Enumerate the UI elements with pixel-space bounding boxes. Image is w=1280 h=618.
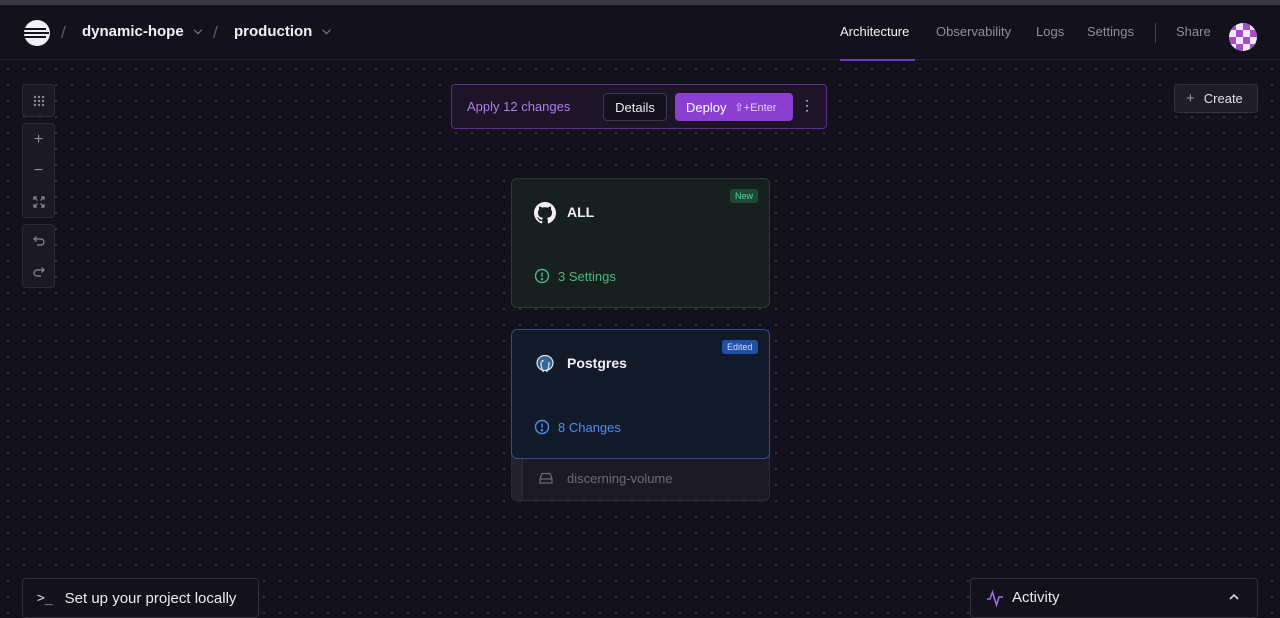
new-badge: New	[730, 189, 759, 203]
details-button[interactable]: Details	[603, 93, 667, 121]
activity-panel[interactable]: Activity	[970, 578, 1258, 618]
activity-icon	[987, 589, 1003, 607]
redo-icon[interactable]	[23, 256, 54, 287]
top-header: / dynamic-hope ⌵ / production ⌵ Architec…	[0, 5, 1280, 61]
settings-status: 3 Settings	[534, 268, 616, 284]
grid-icon[interactable]	[23, 85, 54, 116]
railway-logo-icon[interactable]	[22, 19, 52, 47]
avatar[interactable]	[1229, 23, 1257, 51]
breadcrumb-separator: /	[61, 23, 66, 42]
deploy-button[interactable]: Deploy ⇧+Enter	[675, 93, 793, 121]
chevron-down-icon: ⌵	[193, 25, 203, 37]
tab-logs[interactable]: Logs	[1036, 24, 1064, 39]
history-toolbox	[22, 224, 55, 288]
canvas-grid-toolbox	[22, 84, 55, 117]
create-label: Create	[1203, 91, 1243, 106]
setup-locally-label: Set up your project locally	[64, 589, 237, 607]
service-name: ALL	[567, 204, 595, 220]
zoom-toolbox: + −	[22, 123, 55, 218]
chevron-down-icon: ⌵	[322, 25, 331, 37]
chevron-up-icon[interactable]	[1227, 590, 1241, 604]
service-card-all[interactable]: ALL New 3 Settings	[511, 178, 770, 308]
plus-icon: +	[1186, 90, 1195, 107]
environment-selector[interactable]: production ⌵	[234, 23, 331, 40]
apply-changes-text[interactable]: Apply 12 changes	[467, 99, 570, 114]
tab-settings[interactable]: Settings	[1087, 24, 1134, 39]
fit-view-icon[interactable]	[23, 186, 54, 217]
service-card-postgres[interactable]: Postgres Edited 8 Changes	[511, 329, 770, 459]
deploy-label: Deploy	[686, 99, 727, 115]
environment-name: production	[234, 23, 313, 40]
staged-changes-bar: Apply 12 changes Details Deploy ⇧+Enter …	[451, 84, 827, 129]
service-name: Postgres	[567, 355, 627, 371]
volume-name: discerning-volume	[567, 471, 673, 486]
volume-attachment[interactable]: discerning-volume	[511, 455, 770, 501]
project-name: dynamic-hope	[82, 23, 184, 40]
zoom-in-icon[interactable]: +	[23, 124, 54, 155]
activity-label: Activity	[1012, 589, 1060, 606]
status-text: 3 Settings	[558, 268, 616, 284]
zoom-out-icon[interactable]: −	[23, 155, 54, 186]
more-options-icon[interactable]: ⋮	[800, 97, 814, 117]
hard-drive-icon	[539, 472, 553, 484]
nav-divider	[1155, 23, 1156, 43]
share-button[interactable]: Share	[1176, 24, 1211, 39]
alert-circle-icon	[534, 268, 550, 284]
alert-circle-icon	[534, 419, 550, 435]
changes-status: 8 Changes	[534, 419, 621, 435]
deploy-shortcut: ⇧+Enter	[734, 101, 777, 114]
postgres-icon	[536, 354, 554, 373]
project-selector[interactable]: dynamic-hope ⌵	[82, 23, 202, 40]
setup-locally-button[interactable]: >_ Set up your project locally	[22, 578, 259, 618]
create-button[interactable]: + Create	[1174, 84, 1258, 113]
volume-connector	[512, 459, 523, 500]
undo-icon[interactable]	[23, 225, 54, 256]
status-text: 8 Changes	[558, 419, 621, 435]
terminal-icon: >_	[37, 590, 53, 606]
github-icon	[534, 202, 556, 224]
tab-architecture[interactable]: Architecture	[840, 24, 909, 39]
tab-observability[interactable]: Observability	[936, 24, 1011, 39]
edited-badge: Edited	[722, 340, 758, 354]
breadcrumb-separator: /	[213, 23, 218, 42]
